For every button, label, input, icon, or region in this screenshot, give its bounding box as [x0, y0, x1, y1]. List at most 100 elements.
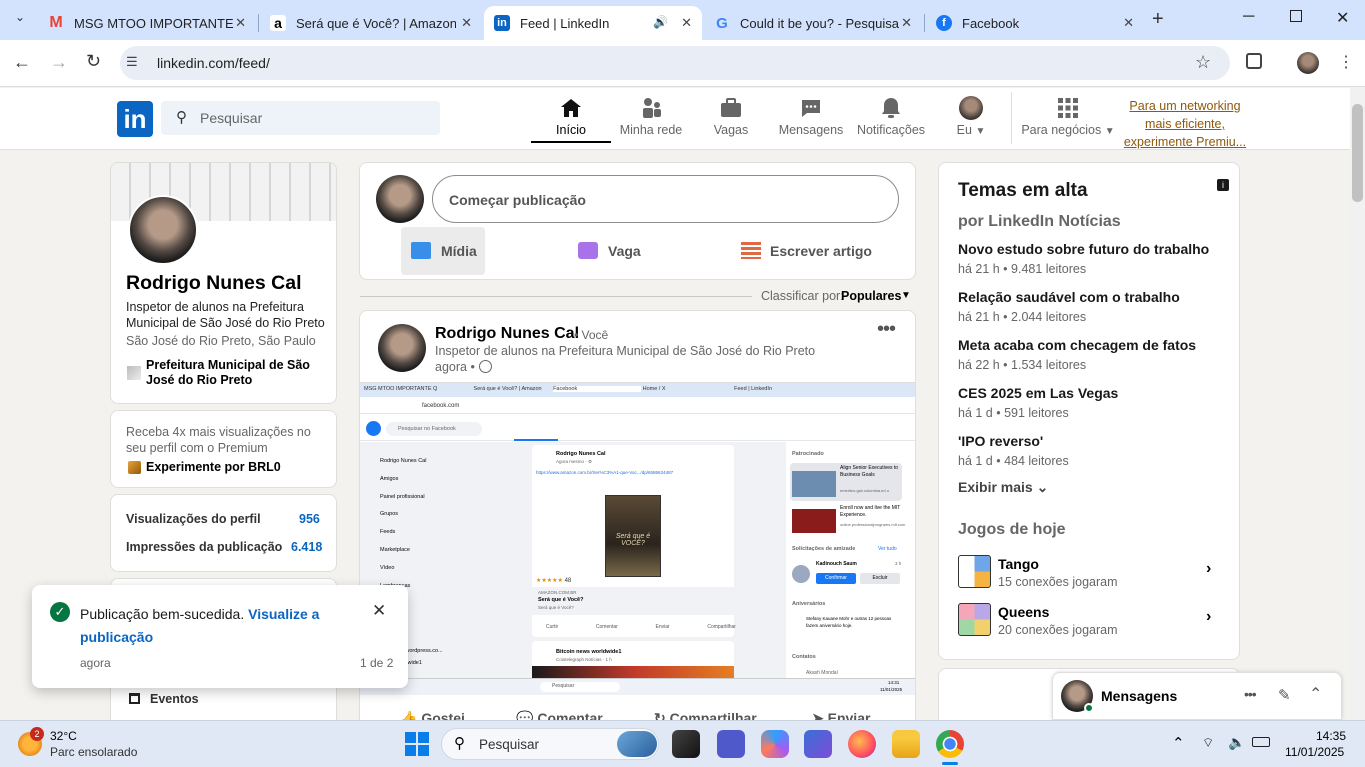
news-item[interactable]: Relação saudável com o trabalho há 21 h … — [958, 289, 1228, 324]
file-explorer-icon[interactable] — [892, 730, 920, 758]
game-name[interactable]: Queens — [998, 604, 1049, 620]
messaging-overlay[interactable] — [1052, 672, 1342, 720]
search-input[interactable]: Pesquisar — [200, 110, 262, 126]
news-item[interactable]: CES 2025 em Las Vegas há 1 d • 591 leito… — [958, 385, 1228, 420]
article-icon[interactable] — [741, 242, 761, 259]
task-view-icon[interactable] — [672, 730, 700, 758]
premium-cta[interactable]: Experimente por BRL0 — [146, 460, 281, 474]
job-briefcase-icon[interactable] — [578, 242, 598, 259]
scrollbar-thumb[interactable] — [1352, 104, 1363, 202]
post-menu-icon[interactable]: ••• — [877, 318, 896, 341]
back-button[interactable]: ← — [13, 52, 31, 73]
queens-game-icon[interactable] — [958, 603, 991, 636]
chevron-right-icon[interactable]: › — [1206, 560, 1211, 578]
close-toast-icon[interactable]: ✕ — [372, 601, 386, 621]
game-meta: 20 conexões jogaram — [998, 623, 1118, 637]
new-tab-button[interactable]: + — [1152, 8, 1164, 31]
wifi-icon[interactable]: ⌔ — [1202, 735, 1214, 751]
job-button[interactable]: Vaga — [608, 243, 641, 259]
bookmark-star-icon[interactable]: ☆ — [1195, 52, 1211, 73]
address-bar[interactable] — [120, 46, 1230, 80]
linkedin-logo[interactable]: in — [117, 101, 153, 137]
nav-notifications[interactable]: Notificações — [851, 96, 931, 137]
news-item[interactable]: Novo estudo sobre futuro do trabalho há … — [958, 241, 1228, 276]
stat-label[interactable]: Impressões da publicação — [126, 540, 282, 554]
browser-tab-gmail[interactable]: M MSG MTOO IMPORTANTE Q ✕ — [38, 6, 256, 40]
profile-name[interactable]: Rodrigo Nunes Cal — [126, 272, 302, 295]
profile-photo[interactable] — [128, 195, 198, 265]
restore-window-button[interactable] — [1290, 10, 1302, 22]
app-icon[interactable] — [804, 730, 832, 758]
premium-upsell-text: Receba 4x mais visualizações no seu perf… — [126, 425, 311, 455]
forward-button[interactable]: → — [50, 52, 68, 73]
write-article-button[interactable]: Escrever artigo — [770, 243, 872, 259]
stat-value[interactable]: 6.418 — [291, 540, 322, 554]
premium-promo-link[interactable]: Para um networking mais eficiente, exper… — [1120, 97, 1250, 151]
composer-avatar[interactable] — [376, 175, 424, 223]
stat-label[interactable]: Visualizações do perfil — [126, 512, 261, 526]
weather-temp[interactable]: 32°C — [50, 729, 77, 743]
copilot-icon[interactable] — [761, 730, 789, 758]
nav-messaging[interactable]: Mensagens — [771, 96, 851, 137]
taskbar-search-input[interactable]: Pesquisar — [479, 737, 539, 752]
news-item[interactable]: Meta acaba com checagem de fatos há 22 h… — [958, 337, 1228, 372]
grid-icon — [1058, 98, 1078, 118]
me-avatar — [959, 96, 983, 120]
site-info-icon[interactable]: ☰ — [126, 54, 138, 70]
close-tab-icon[interactable]: ✕ — [1123, 15, 1134, 31]
close-tab-icon[interactable]: ✕ — [461, 15, 472, 31]
browser-tab-linkedin[interactable]: in Feed | LinkedIn 🔊 ✕ — [484, 6, 702, 40]
browser-menu-icon[interactable]: ⋮ — [1338, 52, 1354, 72]
nav-business[interactable]: Para negócios ▼ — [1018, 96, 1118, 137]
nav-network[interactable]: Minha rede — [611, 96, 691, 137]
windows-start-icon[interactable] — [405, 732, 429, 756]
minimize-window-button[interactable]: ─ — [1243, 8, 1254, 26]
volume-icon[interactable]: 🔈 — [1228, 734, 1245, 751]
show-more-button[interactable]: Exibir mais ⌄ — [958, 479, 1048, 496]
chevron-right-icon[interactable]: › — [1206, 608, 1211, 626]
post-author[interactable]: Rodrigo Nunes Cal — [435, 325, 579, 343]
profile-org[interactable]: Prefeitura Municipal de São José do Rio … — [146, 358, 316, 388]
clock-time[interactable]: 14:35 — [1316, 729, 1346, 743]
tango-game-icon[interactable] — [958, 555, 991, 588]
news-item[interactable]: 'IPO reverso' há 1 d • 484 leitores — [958, 433, 1228, 468]
briefcase-icon — [721, 98, 741, 117]
nav-home[interactable]: Início — [531, 96, 611, 137]
browser-tab-google[interactable]: G Could it be you? - Pesquisa ✕ — [704, 6, 922, 40]
browser-tab-amazon[interactable]: a Será que é Você? | Amazon.c ✕ — [260, 6, 482, 40]
weather-desc[interactable]: Parc ensolarado — [50, 745, 137, 759]
close-tab-icon[interactable]: ✕ — [681, 15, 692, 31]
extensions-icon[interactable] — [1246, 53, 1262, 69]
close-tab-icon[interactable]: ✕ — [235, 15, 246, 31]
clock-date[interactable]: 11/01/2025 — [1285, 745, 1344, 759]
info-icon[interactable]: i — [1217, 179, 1229, 191]
stat-value[interactable]: 956 — [299, 512, 320, 526]
post-image[interactable]: MSG MTOO IMPORTANTE Q Será que é Você? |… — [360, 382, 915, 695]
more-options-icon[interactable]: ••• — [1244, 686, 1257, 702]
speaker-icon[interactable]: 🔊 — [653, 15, 668, 29]
show-hidden-icons[interactable]: ⌃ — [1172, 734, 1185, 752]
close-window-button[interactable]: ✕ — [1336, 8, 1349, 28]
game-name[interactable]: Tango — [998, 556, 1039, 572]
caret-down-icon[interactable]: ▼ — [901, 290, 911, 301]
browser-tab-facebook[interactable]: f Facebook ✕ — [926, 6, 1144, 40]
reload-button[interactable]: ↻ — [86, 51, 101, 72]
check-circle-icon: ✓ — [50, 602, 70, 622]
chrome-icon[interactable] — [936, 730, 964, 758]
battery-icon[interactable] — [1252, 737, 1270, 747]
nav-jobs[interactable]: Vagas — [691, 96, 771, 137]
url-text[interactable]: linkedin.com/feed/ — [157, 55, 270, 71]
profile-avatar[interactable] — [1297, 52, 1319, 74]
weather-badge: 2 — [30, 727, 44, 741]
premium-icon — [128, 461, 141, 474]
compose-icon[interactable]: ✎ — [1278, 686, 1291, 704]
teams-icon[interactable] — [717, 730, 745, 758]
post-author-avatar[interactable] — [378, 324, 426, 372]
chevron-up-icon[interactable]: ⌃ — [1309, 684, 1322, 704]
events-link[interactable]: Eventos — [150, 692, 199, 706]
close-tab-icon[interactable]: ✕ — [901, 15, 912, 31]
nav-me[interactable]: Eu ▼ — [931, 96, 1011, 137]
sort-value[interactable]: Populares — [841, 289, 901, 303]
tab-search-button[interactable]: ⌄ — [10, 10, 30, 30]
firefox-icon[interactable] — [848, 730, 876, 758]
